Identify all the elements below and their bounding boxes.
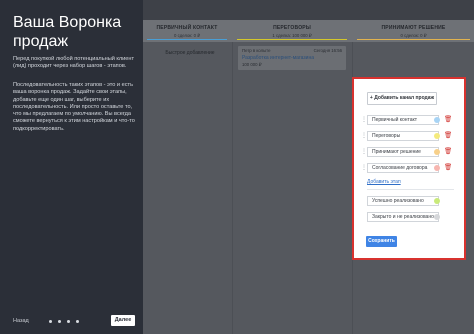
column-header-contact[interactable]: ПЕРВИЧНЫЙ КОНТАКТ 0 сделок: 0 ₽ [143, 20, 231, 42]
column-title: ПЕРВИЧНЫЙ КОНТАКТ [156, 25, 218, 31]
step-dot[interactable] [67, 320, 70, 323]
stage-row: ⋮ Переговоры 🗑 [361, 131, 453, 141]
stage-color-swatch[interactable] [434, 214, 440, 220]
column-header-negotiation[interactable]: ПЕРЕГОВОРЫ 1 сделка: 100 000 ₽ [233, 20, 351, 42]
trash-icon[interactable]: 🗑 [444, 164, 452, 171]
stage-color-swatch[interactable] [434, 149, 440, 155]
quick-add-link[interactable]: Быстрое добавление [151, 50, 229, 56]
sidebar-paragraph-2: Последовательность таких этапов - это и … [13, 82, 135, 132]
sidebar-footer: Назад Далее [13, 315, 135, 327]
column-title: ПЕРЕГОВОРЫ [273, 25, 311, 31]
top-bar [143, 0, 474, 20]
stage-name-input[interactable]: Первичный контакт [367, 115, 439, 125]
deal-date: Сегодня 16:56 [313, 48, 342, 53]
sidebar-paragraph-1: Перед покупкой любой потенциальный клиен… [13, 56, 135, 70]
sidebar-title: Ваша Воронка продаж [13, 14, 122, 50]
final-stage-row: Закрыто и не реализовано [361, 212, 453, 222]
trash-icon[interactable]: 🗑 [444, 148, 452, 155]
add-stage-link[interactable]: Добавить этап [367, 179, 401, 185]
column-color-line [147, 39, 227, 40]
stage-name-input[interactable]: Принимают решение [367, 147, 439, 157]
next-button[interactable]: Далее [111, 315, 135, 326]
trash-icon[interactable]: 🗑 [444, 132, 452, 139]
deal-amount: 100 000 ₽ [242, 62, 262, 67]
deal-contact: Петр в колыте [242, 48, 271, 53]
column-color-line [357, 39, 470, 40]
stage-color-swatch[interactable] [434, 198, 440, 204]
column-color-line [237, 39, 347, 40]
onboarding-sidebar: Ваша Воронка продаж Перед покупкой любой… [0, 0, 143, 334]
step-dot[interactable] [49, 320, 52, 323]
trash-icon[interactable]: 🗑 [444, 116, 452, 123]
stage-color-swatch[interactable] [434, 133, 440, 139]
back-link[interactable]: Назад [13, 318, 29, 324]
stage-name-input[interactable]: Согласование договора [367, 163, 439, 173]
stage-row: ⋮ Принимают решение 🗑 [361, 147, 453, 157]
column-header-decision[interactable]: ПРИНИМАЮТ РЕШЕНИЕ 0 сделок: 0 ₽ [353, 20, 474, 42]
stage-name-input[interactable]: Переговоры [367, 131, 439, 141]
stage-color-swatch[interactable] [434, 165, 440, 171]
add-pipeline-button[interactable]: + Добавить канал продаж [367, 92, 437, 105]
add-pipeline-label: Добавить канал продаж [374, 95, 435, 101]
save-button[interactable]: Сохранить [366, 236, 397, 247]
stage-color-swatch[interactable] [434, 117, 440, 123]
deal-name[interactable]: Разработка интернет-магазина [242, 55, 314, 61]
stage-row: ⋮ Первичный контакт 🗑 [361, 115, 453, 125]
final-stage-row: Успешно реализовано [361, 196, 453, 206]
deal-card[interactable]: Петр в колыте Сегодня 16:56 Разработка и… [238, 46, 346, 70]
final-stage-lost-input[interactable]: Закрыто и не реализовано [367, 212, 439, 222]
divider [367, 189, 454, 190]
column-divider [232, 42, 233, 334]
column-headers: ПЕРВИЧНЫЙ КОНТАКТ 0 сделок: 0 ₽ ПЕРЕГОВО… [143, 20, 474, 42]
stage-row: ⋮ Согласование договора 🗑 [361, 163, 453, 173]
step-dot[interactable] [76, 320, 79, 323]
pipeline-settings-panel: + Добавить канал продаж ⋮ Первичный конт… [352, 77, 466, 260]
column-title: ПРИНИМАЮТ РЕШЕНИЕ [381, 25, 446, 31]
step-dot[interactable] [58, 320, 61, 323]
step-dots [49, 320, 79, 323]
final-stage-won-input[interactable]: Успешно реализовано [367, 196, 439, 206]
